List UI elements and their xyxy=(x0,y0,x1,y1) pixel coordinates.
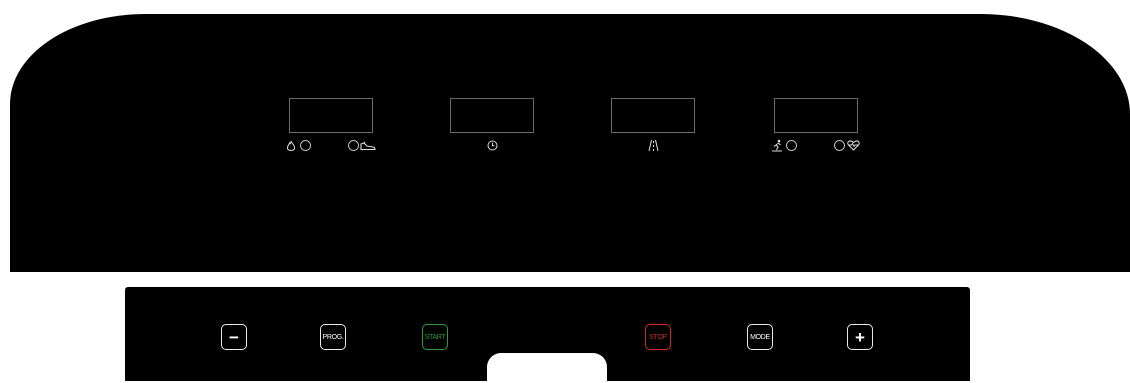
pulse-indicator-led xyxy=(834,140,845,151)
mode-button-label: MODE xyxy=(750,333,770,341)
heart-pulse-icon xyxy=(847,140,860,151)
road-icon xyxy=(648,139,659,152)
start-button-label: START xyxy=(424,333,446,341)
stop-button[interactable]: STOP xyxy=(645,324,671,350)
stop-button-label: STOP xyxy=(649,333,667,341)
keypad-notch xyxy=(487,353,607,383)
plus-button[interactable]: + xyxy=(847,324,873,350)
calories-distance-display xyxy=(289,98,373,133)
runner-icon xyxy=(772,139,782,152)
mode-button[interactable]: MODE xyxy=(747,324,773,350)
minus-button[interactable]: − xyxy=(221,324,247,350)
console-panel xyxy=(10,14,1130,272)
incline-display xyxy=(611,98,695,133)
calories-indicator-led xyxy=(300,140,311,151)
distance-indicator-led xyxy=(348,140,359,151)
shoe-icon xyxy=(360,141,376,151)
flame-icon xyxy=(286,140,296,151)
clock-icon xyxy=(487,140,498,151)
speed-indicator-led xyxy=(786,140,797,151)
program-button[interactable]: PROG. xyxy=(320,324,346,350)
start-button[interactable]: START xyxy=(422,324,448,350)
minus-icon: − xyxy=(229,327,239,347)
speed-pulse-display xyxy=(774,98,858,133)
plus-icon: + xyxy=(855,327,865,347)
time-display xyxy=(450,98,534,133)
program-button-label: PROG. xyxy=(322,333,344,341)
